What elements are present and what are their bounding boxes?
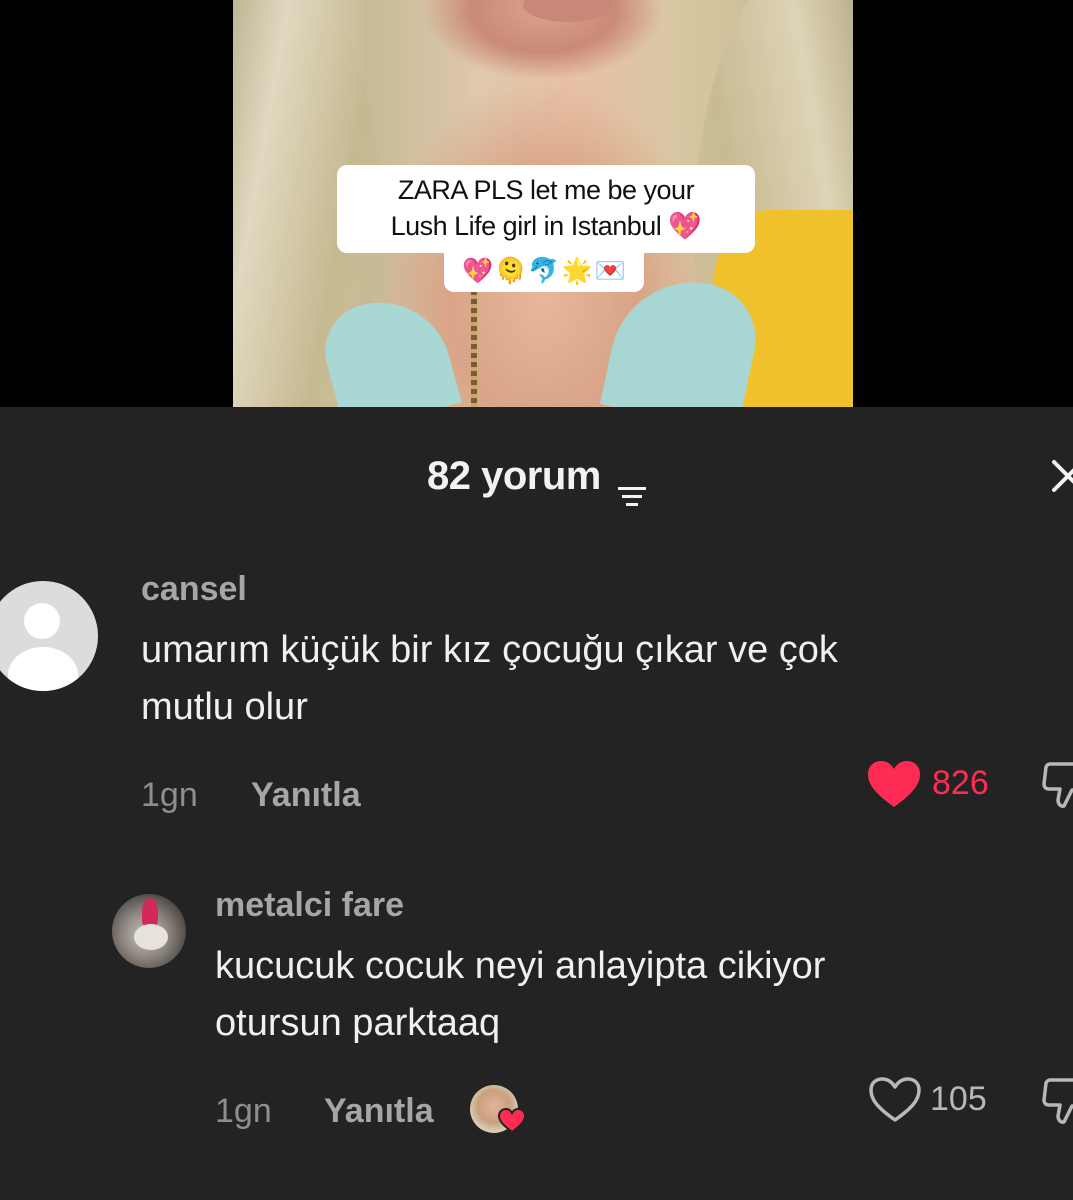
avatar[interactable]	[0, 581, 98, 691]
reply-button[interactable]: Yanıtla	[324, 1092, 434, 1131]
comment-text-line-2: otursun parktaaq	[215, 1002, 501, 1044]
emoji: 🐬	[528, 257, 560, 285]
avatar-placeholder-icon	[24, 603, 60, 639]
caption-line-1: ZARA PLS let me be your	[397, 175, 695, 205]
video-player[interactable]: ZARA PLS let me be your Lush Life girl i…	[0, 0, 1073, 407]
creator-heart-icon	[497, 1107, 527, 1134]
reply-button[interactable]: Yanıtla	[251, 776, 361, 815]
video-image-necklace	[471, 290, 477, 407]
caption-line-2: Lush Life girl in Istanbul 💖	[390, 211, 702, 241]
filter-icon[interactable]	[617, 464, 646, 507]
video-frame: ZARA PLS let me be your Lush Life girl i…	[233, 0, 853, 407]
emoji: 🌟	[561, 257, 593, 285]
avatar[interactable]	[112, 894, 186, 968]
emoji: 💌	[594, 257, 626, 285]
comment-time: 1gn	[215, 1092, 272, 1130]
heart-filled-icon[interactable]	[866, 759, 922, 809]
emoji: 💖	[462, 257, 494, 285]
comments-header: 82 yorum	[0, 446, 1073, 507]
comment-time: 1gn	[141, 776, 198, 814]
comment-text-line-1: kucucuk cocuk neyi anlayipta cikiyor	[215, 945, 826, 987]
avatar-placeholder-body	[8, 647, 78, 691]
heart-outline-icon[interactable]	[868, 1076, 922, 1124]
close-icon[interactable]	[1048, 456, 1073, 496]
dislike-icon[interactable]	[1042, 760, 1073, 810]
dislike-icon[interactable]	[1042, 1076, 1073, 1126]
like-count: 105	[930, 1080, 987, 1118]
emoji: 🫠	[495, 257, 527, 285]
video-caption-sticker: ZARA PLS let me be your Lush Life girl i…	[337, 165, 755, 253]
video-image-lips	[523, 0, 613, 22]
avatar-image-face	[134, 924, 168, 950]
avatar-image-mohawk	[142, 898, 158, 926]
comment-username[interactable]: metalci fare	[215, 886, 404, 925]
comment-count: 82 yorum	[427, 454, 601, 498]
like-count: 826	[932, 764, 989, 802]
comment-text-line-1: umarım küçük bir kız çocuğu çıkar ve çok	[141, 629, 838, 671]
comment-username[interactable]: cansel	[141, 570, 247, 609]
video-caption-emojis: 💖 🫠 🐬 🌟 💌	[444, 250, 644, 292]
comment-text-line-2: mutlu olur	[141, 686, 308, 728]
